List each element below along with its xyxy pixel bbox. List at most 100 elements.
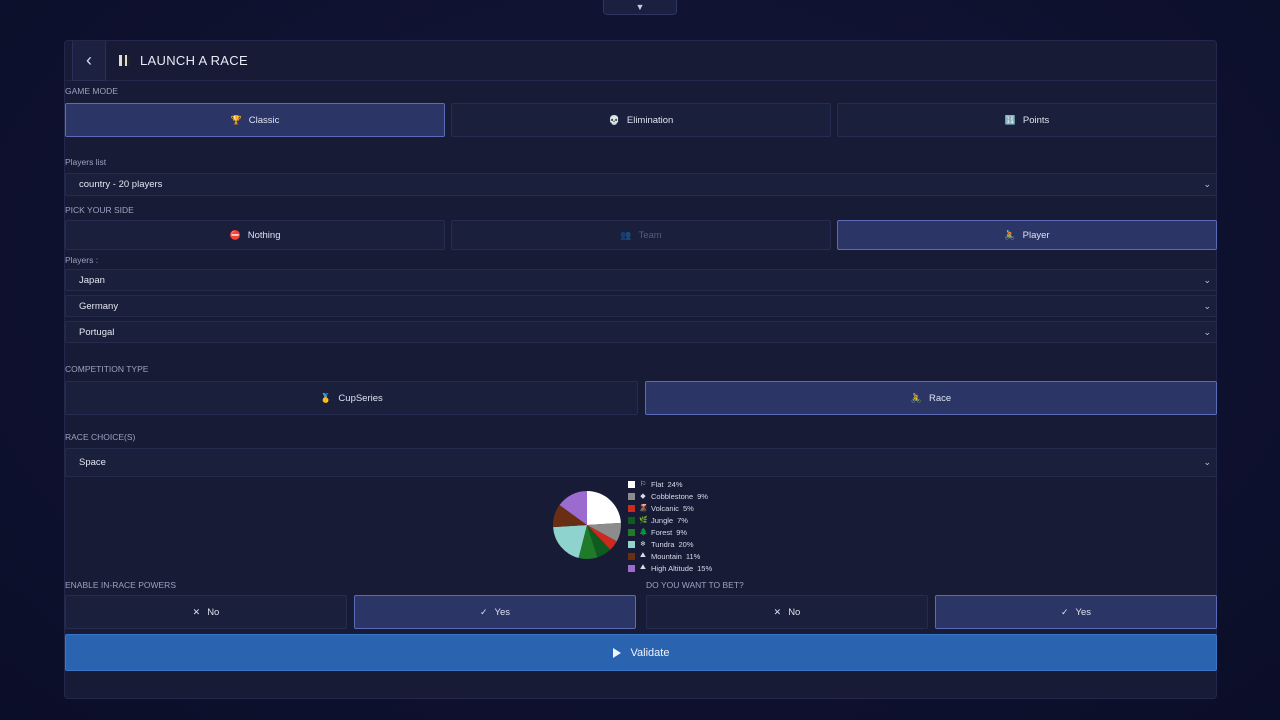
legend-swatch [628,540,635,548]
triangle-down-icon: ▼ [635,2,645,12]
terrain-icon: ◆ [640,493,646,500]
game-mode-elimination-label: Elimination [626,114,674,126]
cyclist-icon: 🚴 [910,392,923,403]
legend-item-forest: 🌲 Forest 9% [628,526,712,538]
legend-label: Cobblestone [651,491,694,501]
chevron-down-icon: ⌄ [1203,179,1211,189]
checkered-flag-icon [119,55,130,66]
powers-yes-label: Yes [494,606,511,618]
bet-no-button[interactable]: ✕ No [646,595,928,629]
close-icon: ✕ [773,606,782,617]
team-icon: 👥 [620,229,632,240]
player-select-3-value: Portugal [79,326,115,338]
play-icon [612,647,621,658]
terrain-icon: 🌋 [639,505,648,512]
legend-item-high-altitude: ⛰ High Altitude 15% [628,562,712,574]
race-choice-value: Space [79,457,106,468]
legend-item-jungle: 🌿 Jungle 7% [628,514,712,526]
legend-item-volcanic: 🌋 Volcanic 5% [628,502,712,514]
legend-swatch [628,528,635,536]
trophy-icon: 🏆 [230,114,242,125]
players-list-label: Players list [65,157,107,167]
bet-no-label: No [788,606,801,618]
check-icon: ✓ [479,606,488,617]
chevron-down-icon: ⌄ [1203,300,1211,311]
legend-value: 24% [667,479,683,489]
powers-no-label: No [207,606,220,618]
game-mode-label: GAME MODE [65,86,118,96]
competition-type-label: COMPETITION TYPE [65,364,149,374]
game-mode-points-button[interactable]: 🔢 Points [837,103,1217,137]
legend-value: 20% [678,539,694,549]
bet-label: DO YOU WANT TO BET? [646,580,744,590]
game-mode-classic-label: Classic [248,114,280,126]
side-player-button[interactable]: 🚴 Player [837,220,1217,250]
legend-label: High Altitude [651,563,694,573]
competition-race-button[interactable]: 🚴 Race [645,381,1217,415]
competition-cupseries-button[interactable]: 🥇 CupSeries [65,381,638,415]
chevron-down-icon: ⌄ [1203,274,1211,285]
terrain-icon: ⛰ [640,552,646,559]
legend-swatch [628,564,635,572]
player-select-2[interactable]: Germany ⌄ [65,295,1217,317]
race-choice-label: RACE CHOICE(S) [65,432,136,442]
numbers-icon: 🔢 [1004,114,1016,125]
legend-item-cobblestone: ◆ Cobblestone 9% [628,490,712,502]
legend-item-flat: ⚐ Flat 24% [628,478,712,490]
legend-label: Jungle [651,515,674,525]
legend-item-tundra: ❄ Tundra 20% [628,538,712,550]
players-list-value: country - 20 players [79,179,163,190]
game-mode-points-label: Points [1022,114,1050,126]
medal-icon: 🥇 [320,392,332,403]
game-mode-classic-button[interactable]: 🏆 Classic [65,103,445,137]
terrain-icon: ⛰ [640,564,646,571]
powers-no-button[interactable]: ✕ No [65,595,347,629]
cyclist-icon: 🚴 [1004,229,1016,240]
powers-yes-button[interactable]: ✓ Yes [354,595,636,629]
player-select-1-value: Japan [79,274,105,286]
player-select-2-value: Germany [79,300,119,312]
legend-swatch [628,552,635,560]
legend-label: Volcanic [651,503,679,513]
terrain-legend: ⚐ Flat 24% ◆ Cobblestone 9% 🌋 Volcanic 5% 🌿 Jun… [628,478,712,574]
bet-yes-button[interactable]: ✓ Yes [935,595,1217,629]
race-choice-select[interactable]: Space ⌄ [65,448,1217,477]
competition-race-label: Race [929,392,952,404]
side-nothing-label: Nothing [247,229,281,241]
no-entry-icon: ⛔ [229,229,241,240]
terrain-icon: ⚐ [639,481,647,488]
side-player-label: Player [1022,229,1050,241]
chevron-left-icon: ‹ [86,50,92,70]
terrain-icon: ❄ [640,541,646,548]
player-select-1[interactable]: Japan ⌄ [65,269,1217,291]
legend-item-mountain: ⛰ Mountain 11% [628,550,712,562]
legend-label: Mountain [651,551,682,561]
legend-swatch [628,492,635,500]
player-select-3[interactable]: Portugal ⌄ [65,321,1217,343]
powers-label: ENABLE IN-RACE POWERS [65,580,176,590]
pick-side-label: PICK YOUR SIDE [65,205,134,215]
collapse-toggle-button[interactable]: ▼ [603,0,677,15]
legend-label: Forest [651,527,673,537]
players-label: Players : [65,255,99,265]
panel-header: ‹ LAUNCH A RACE [65,41,1216,81]
game-mode-elimination-button[interactable]: 💀 Elimination [451,103,831,137]
validate-label: Validate [630,646,670,659]
legend-value: 5% [682,503,694,513]
validate-button[interactable]: Validate [65,634,1217,671]
legend-value: 9% [697,491,708,501]
chevron-down-icon: ⌄ [1203,457,1211,467]
back-button[interactable]: ‹ [72,41,106,81]
side-nothing-button[interactable]: ⛔ Nothing [65,220,445,250]
legend-swatch [628,516,635,524]
terrain-icon: 🌲 [639,529,648,536]
check-icon: ✓ [1060,606,1069,617]
competition-cupseries-label: CupSeries [338,392,383,404]
legend-value: 7% [677,515,688,525]
chevron-down-icon: ⌄ [1203,326,1211,337]
legend-swatch [628,504,635,512]
side-team-button[interactable]: 👥 Team [451,220,831,250]
terrain-icon: 🌿 [639,517,648,524]
page-title: LAUNCH A RACE [140,53,248,68]
players-list-select[interactable]: country - 20 players ⌄ [65,173,1217,196]
